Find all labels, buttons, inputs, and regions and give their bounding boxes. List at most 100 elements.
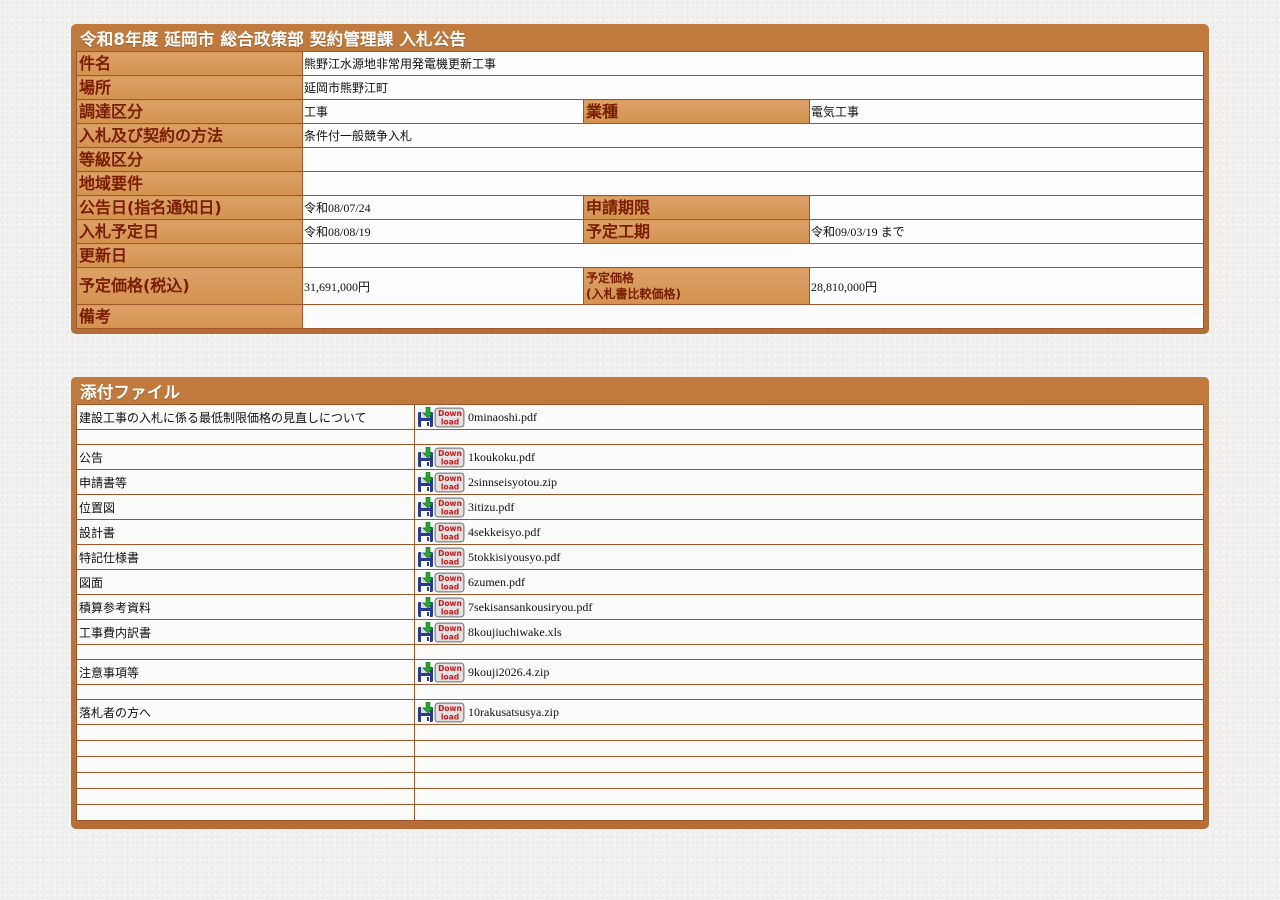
file-name[interactable]: 6zumen.pdf <box>468 575 525 590</box>
svg-text:load: load <box>441 507 459 516</box>
file-name[interactable]: 5tokkisiyousyo.pdf <box>468 550 560 565</box>
empty-cell <box>414 788 1204 805</box>
download-floppy-icon: Down load <box>418 661 465 682</box>
spacer-cell <box>76 684 415 700</box>
attachment-row: 図面 Down load 6zumen.pdf <box>76 569 1204 595</box>
attachments-body: 建設工事の入札に係る最低制限価格の見直しについて Down load 0mina… <box>76 404 1204 821</box>
file-name[interactable]: 0minaoshi.pdf <box>468 410 537 425</box>
attachments-title: 添付ファイル <box>80 383 181 402</box>
empty-row <box>76 788 1204 805</box>
download-link[interactable]: Down load 2sinnseisyotou.zip <box>417 471 557 493</box>
download-link[interactable]: Down load 0minaoshi.pdf <box>417 406 537 428</box>
download-floppy-icon: Down load <box>418 621 465 642</box>
file-name[interactable]: 1koukoku.pdf <box>468 450 535 465</box>
attachment-download-cell: Down load 0minaoshi.pdf <box>414 404 1204 430</box>
empty-row <box>76 772 1204 789</box>
download-link[interactable]: Down load 4sekkeisyo.pdf <box>417 521 540 543</box>
attachment-download-cell: Down load 4sekkeisyo.pdf <box>414 519 1204 545</box>
attachment-row: 設計書 Down load 4sekkeisyo.pdf <box>76 519 1204 545</box>
row-houhou: 入札及び契約の方法 条件付一般競争入札 <box>76 123 1204 148</box>
attachment-download-cell: Down load 9kouji2026.4.zip <box>414 659 1204 685</box>
file-name[interactable]: 8koujiuchiwake.xls <box>468 625 562 640</box>
attachment-label: 積算参考資料 <box>76 594 415 620</box>
spacer-cell <box>76 644 415 660</box>
download-floppy-icon: Down load <box>418 496 465 517</box>
empty-cell <box>76 788 415 805</box>
spacer-row <box>76 684 1204 700</box>
attachment-label: 図面 <box>76 569 415 595</box>
notice-title: 令和8年度 延岡市 総合政策部 契約管理課 入札公告 <box>80 30 467 49</box>
attachment-label: 落札者の方へ <box>76 699 415 725</box>
row-nyusatsubi: 入札予定日 令和08/08/19 予定工期 令和09/03/19 まで <box>76 219 1204 244</box>
download-link[interactable]: Down load 9kouji2026.4.zip <box>417 661 549 683</box>
download-floppy-icon: Down load <box>418 521 465 542</box>
label-shinsei-kigen: 申請期限 <box>583 195 810 220</box>
download-link[interactable]: Down load 6zumen.pdf <box>417 571 525 593</box>
download-link[interactable]: Down load 3itizu.pdf <box>417 496 514 518</box>
attachment-row: 積算参考資料 Down load 7sekisansankousiryou.pd… <box>76 594 1204 620</box>
download-link[interactable]: Down load 8koujiuchiwake.xls <box>417 621 562 643</box>
row-koukokubi: 公告日(指名通知日) 令和08/07/24 申請期限 <box>76 195 1204 220</box>
row-kenmei: 件名 熊野江水源地非常用発電機更新工事 <box>76 51 1204 76</box>
attachment-label: 工事費内訳書 <box>76 619 415 645</box>
download-link[interactable]: Down load 10rakusatsusya.zip <box>417 701 559 723</box>
download-link[interactable]: Down load 5tokkisiyousyo.pdf <box>417 546 560 568</box>
label-koukokubi: 公告日(指名通知日) <box>76 195 303 220</box>
attachment-label: 注意事項等 <box>76 659 415 685</box>
spacer-row <box>76 429 1204 445</box>
label-hikaku-kakaku: 予定価格 (入札書比較価格) <box>583 267 810 305</box>
empty-cell <box>76 740 415 757</box>
file-name[interactable]: 9kouji2026.4.zip <box>468 665 549 680</box>
svg-text:load: load <box>441 482 459 491</box>
file-name[interactable]: 7sekisansankousiryou.pdf <box>468 600 592 615</box>
download-floppy-icon: Down load <box>418 571 465 592</box>
row-chiiki: 地域要件 <box>76 171 1204 196</box>
spacer-cell <box>414 684 1204 700</box>
file-name[interactable]: 4sekkeisyo.pdf <box>468 525 540 540</box>
file-name[interactable]: 3itizu.pdf <box>468 500 514 515</box>
svg-text:load: load <box>441 582 459 591</box>
download-link[interactable]: Down load 7sekisansankousiryou.pdf <box>417 596 592 618</box>
spacer-cell <box>414 644 1204 660</box>
download-floppy-icon: Down load <box>418 471 465 492</box>
label-kenmei: 件名 <box>76 51 303 76</box>
download-floppy-icon: Down load <box>418 546 465 567</box>
attachment-row: 工事費内訳書 Down load 8koujiuchiwake.xls <box>76 619 1204 645</box>
download-link[interactable]: Down load 1koukoku.pdf <box>417 446 535 468</box>
empty-cell <box>76 724 415 741</box>
spacer-row <box>76 644 1204 660</box>
empty-cell <box>76 804 415 821</box>
label-houhou: 入札及び契約の方法 <box>76 123 303 148</box>
download-floppy-icon: Down load <box>418 446 465 467</box>
attachment-row: 注意事項等 Down load 9kouji2026.4.zip <box>76 659 1204 685</box>
value-kakaku: 31,691,000円 <box>302 267 584 305</box>
value-koushin <box>302 243 1204 268</box>
value-hikaku-kakaku: 28,810,000円 <box>809 267 1204 305</box>
value-bikou <box>302 304 1204 329</box>
label-hikaku-line2: (入札書比較価格) <box>586 287 681 301</box>
spacer-cell <box>414 429 1204 445</box>
value-kouki: 令和09/03/19 まで <box>809 219 1204 244</box>
label-kouki: 予定工期 <box>583 219 810 244</box>
attachment-label: 位置図 <box>76 494 415 520</box>
value-shinsei-kigen <box>809 195 1204 220</box>
empty-cell <box>76 772 415 789</box>
notice-table: 件名 熊野江水源地非常用発電機更新工事 場所 延岡市熊野江町 調達区分 工事 業… <box>76 51 1204 329</box>
file-name[interactable]: 2sinnseisyotou.zip <box>468 475 557 490</box>
value-gyoushu: 電気工事 <box>809 99 1204 124</box>
svg-text:load: load <box>441 532 459 541</box>
attachment-row: 特記仕様書 Down load 5tokkisiyousyo.pdf <box>76 544 1204 570</box>
value-toukyu <box>302 147 1204 172</box>
label-toukyu: 等級区分 <box>76 147 303 172</box>
attachment-download-cell: Down load 5tokkisiyousyo.pdf <box>414 544 1204 570</box>
empty-cell <box>414 772 1204 789</box>
attachments-table: 建設工事の入札に係る最低制限価格の見直しについて Down load 0mina… <box>76 404 1204 821</box>
download-floppy-icon: Down load <box>418 596 465 617</box>
empty-row <box>76 724 1204 741</box>
attachment-row: 落札者の方へ Down load 10rakusatsusya.zip <box>76 699 1204 725</box>
value-nyusatsubi: 令和08/08/19 <box>302 219 584 244</box>
value-houhou: 条件付一般競争入札 <box>302 123 1204 148</box>
row-kakaku: 予定価格(税込) 31,691,000円 予定価格 (入札書比較価格) 28,81… <box>76 267 1204 305</box>
row-basho: 場所 延岡市熊野江町 <box>76 75 1204 100</box>
file-name[interactable]: 10rakusatsusya.zip <box>468 705 559 720</box>
